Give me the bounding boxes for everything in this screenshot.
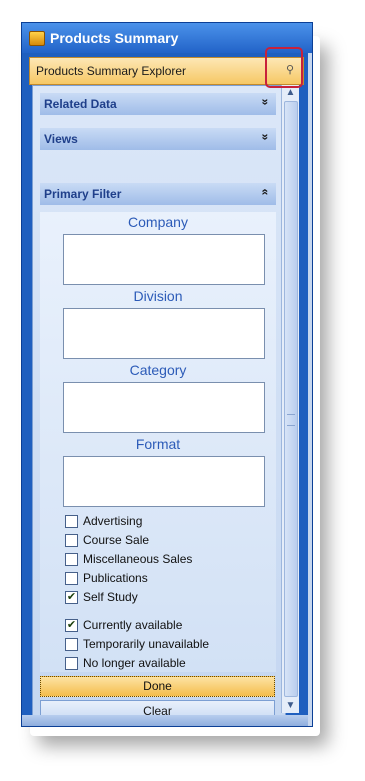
checkbox-box[interactable]: ✔ (65, 591, 78, 604)
explorer-header: Products Summary Explorer ⚲ (29, 57, 304, 85)
checkbox-label: Publications (83, 571, 148, 585)
products-summary-window: Products Summary Products Summary Explor… (21, 22, 313, 727)
checkbox-box[interactable] (65, 638, 78, 651)
checkbox-box[interactable] (65, 553, 78, 566)
format-list[interactable] (63, 456, 265, 507)
app-icon (29, 31, 45, 46)
pin-highlight-annotation (265, 47, 303, 88)
section-primary-filter-label: Primary Filter (44, 187, 122, 201)
checkbox-box[interactable]: ✔ (65, 619, 78, 632)
explorer-panel: Related Data » Views » Primary Filter « … (32, 85, 286, 723)
checkbox-label: Advertising (83, 514, 143, 528)
category-label: Category (129, 362, 187, 378)
section-primary-filter[interactable]: Primary Filter « (40, 183, 276, 205)
chevron-up-icon[interactable]: « (259, 189, 273, 196)
chevron-down-icon[interactable]: » (259, 134, 273, 141)
checkbox-label: Miscellaneous Sales (83, 552, 193, 566)
division-label: Division (133, 288, 183, 304)
scroll-thumb[interactable] (284, 101, 298, 697)
format-label: Format (135, 436, 181, 452)
division-list[interactable] (63, 308, 265, 359)
chevron-down-icon[interactable]: » (259, 99, 273, 106)
section-related-data[interactable]: Related Data » (40, 93, 276, 115)
checkbox-label: Course Sale (83, 533, 150, 547)
checkbox-label: Currently available (83, 618, 183, 632)
section-related-data-label: Related Data (44, 97, 117, 111)
scroll-grip-icon (287, 414, 295, 426)
primary-filter-body: Company Division Category Format Adverti… (40, 212, 276, 672)
company-label: Company (128, 214, 188, 230)
vertical-scrollbar[interactable]: ▲ ▼ (281, 85, 299, 713)
checkbox-label: No longer available (83, 656, 186, 670)
scroll-down-icon[interactable]: ▼ (283, 698, 298, 713)
explorer-header-label: Products Summary Explorer (36, 64, 187, 78)
checkbox-box[interactable] (65, 534, 78, 547)
checkbox-box[interactable] (65, 515, 78, 528)
done-button[interactable]: Done (40, 676, 275, 697)
checkbox-label: Self Study (83, 590, 138, 604)
window-right-edge (308, 53, 312, 726)
checkbox-box[interactable] (65, 657, 78, 670)
checkbox-box[interactable] (65, 572, 78, 585)
category-list[interactable] (63, 382, 265, 433)
company-list[interactable] (63, 234, 265, 285)
section-views[interactable]: Views » (40, 128, 276, 150)
window-title: Products Summary (50, 30, 179, 46)
checkbox-label: Temporarily unavailable (83, 637, 210, 651)
section-views-label: Views (44, 132, 78, 146)
window-bottom-edge (22, 715, 308, 726)
